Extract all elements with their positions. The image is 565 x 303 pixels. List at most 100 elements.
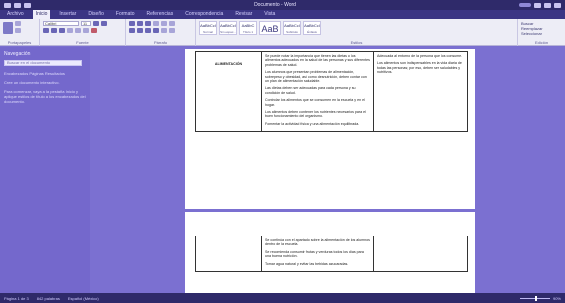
style-no-spacing[interactable]: AaBbCcI Sin espac... xyxy=(219,21,237,35)
underline-icon[interactable] xyxy=(59,28,65,33)
close-icon[interactable] xyxy=(554,2,561,8)
table-cell[interactable] xyxy=(373,236,468,273)
tab-home[interactable]: Inicio xyxy=(32,10,51,19)
styles-group: AaBbCcI Normal AaBbCcI Sin espac... AaBbC T… xyxy=(196,19,518,46)
font-size-select[interactable]: 11 xyxy=(81,21,91,26)
sort-icon[interactable] xyxy=(169,21,175,26)
paragraph: Controlar los alimentos que se consumen … xyxy=(265,98,365,107)
tab-references[interactable]: Referencias xyxy=(144,10,177,19)
style-sample: AaBbCcI xyxy=(284,23,300,28)
style-sample: AaBbCcI xyxy=(200,23,216,28)
word-count[interactable]: 842 palabras xyxy=(37,296,60,301)
font-group: Calibri 11 Fuente xyxy=(40,19,126,46)
ribbon: Portapapeles Calibri 11 Fuente Párrafo A… xyxy=(0,19,565,46)
tab-mailings[interactable]: Correspondencia xyxy=(182,10,226,19)
tab-review[interactable]: Revisar xyxy=(232,10,255,19)
multilevel-list-icon[interactable] xyxy=(145,21,151,26)
justify-icon[interactable] xyxy=(153,28,159,33)
nav-pane-title: Navegación xyxy=(4,51,31,57)
align-right-icon[interactable] xyxy=(145,28,151,33)
italic-icon[interactable] xyxy=(51,28,57,33)
paragraph-group-label: Párrafo xyxy=(153,40,168,45)
bullets-icon[interactable] xyxy=(129,21,135,26)
increase-indent-icon[interactable] xyxy=(161,21,167,26)
account-avatar[interactable] xyxy=(519,3,531,7)
grow-font-icon[interactable] xyxy=(93,21,99,26)
superscript-icon[interactable] xyxy=(83,28,89,33)
align-left-icon[interactable] xyxy=(129,28,135,33)
tab-file[interactable]: Archivo xyxy=(4,10,27,19)
style-sample: AaBbC xyxy=(241,23,255,28)
table-row: Se continúa con el apartado sobre la ali… xyxy=(195,236,468,273)
style-title[interactable]: AaB xyxy=(259,21,281,35)
ribbon-tabs: Archivo Inicio Insertar Diseño Formato R… xyxy=(0,10,565,19)
align-center-icon[interactable] xyxy=(137,28,143,33)
save-icon[interactable] xyxy=(4,2,11,8)
style-normal[interactable]: AaBbCcI Normal xyxy=(199,21,217,35)
document-table: ALIMENTACIÓN Se puede notar la importanc… xyxy=(195,50,468,133)
numbering-icon[interactable] xyxy=(137,21,143,26)
font-name-select[interactable]: Calibri xyxy=(43,21,79,26)
document-area[interactable]: ALIMENTACIÓN Se puede notar la importanc… xyxy=(90,47,565,293)
tab-design[interactable]: Diseño xyxy=(85,10,107,19)
zoom-slider-thumb[interactable] xyxy=(534,295,537,301)
line-spacing-icon[interactable] xyxy=(161,28,167,33)
style-heading-1[interactable]: AaBbC Título 1 xyxy=(239,21,257,35)
table-cell[interactable]: Se continúa con el apartado sobre la ali… xyxy=(261,236,374,273)
paragraph: Se puede notar la importancia que tienen… xyxy=(265,54,370,67)
nav-tabs[interactable]: Encabezados Páginas Resultados xyxy=(4,71,86,76)
shading-icon[interactable] xyxy=(169,28,175,33)
paste-icon[interactable] xyxy=(3,22,13,34)
select-button[interactable]: Seleccionar xyxy=(521,31,562,36)
document-page[interactable]: ALIMENTACIÓN Se puede notar la importanc… xyxy=(185,49,475,209)
style-name: Normal xyxy=(203,30,213,34)
paragraph: Los alimentos son indispensables en la v… xyxy=(377,61,462,75)
undo-icon[interactable] xyxy=(14,2,21,8)
document-page[interactable]: Se continúa con el apartado sobre la ali… xyxy=(185,212,475,293)
style-emphasis[interactable]: AaBbCcI Énfasis xyxy=(303,21,321,35)
paragraph-group: Párrafo xyxy=(126,19,196,46)
minimize-icon[interactable] xyxy=(534,2,541,8)
nav-hint-detail: Para comenzar, vaya a la pestaña Inicio … xyxy=(4,89,86,104)
tab-view[interactable]: Vista xyxy=(261,10,278,19)
subscript-icon[interactable] xyxy=(75,28,81,33)
maximize-icon[interactable] xyxy=(544,2,551,8)
styles-group-label: Estilos xyxy=(350,40,363,45)
paragraph: Los alimentos deben contener los nutrien… xyxy=(265,110,366,119)
style-name: Sin espac... xyxy=(220,30,236,34)
paragraph: Se continúa con el apartado sobre la ali… xyxy=(265,238,370,247)
paragraph: Las dietas deben ser adecuadas para cada… xyxy=(265,86,356,95)
tab-insert[interactable]: Insertar xyxy=(56,10,79,19)
editing-group-label: Edición xyxy=(534,40,549,45)
shrink-font-icon[interactable] xyxy=(101,21,107,26)
table-cell[interactable]: Se puede notar la importancia que tienen… xyxy=(261,50,374,133)
paragraph: Se recomienda consumir frutas y verduras… xyxy=(265,249,364,259)
paragraph: Tomar agua natural y evitar las bebidas … xyxy=(265,261,349,266)
nav-search-input[interactable]: Buscar en el documento xyxy=(4,60,82,66)
style-name: Énfasis xyxy=(307,30,317,34)
title-bar: Documento - Word xyxy=(0,0,565,10)
font-group-label: Fuente xyxy=(76,40,89,45)
font-color-icon[interactable] xyxy=(91,28,97,33)
strikethrough-icon[interactable] xyxy=(67,28,73,33)
paragraph: Los alumnos que presentan problemas de a… xyxy=(265,70,367,84)
decrease-indent-icon[interactable] xyxy=(153,21,159,26)
zoom-slider[interactable] xyxy=(519,295,550,301)
cut-icon[interactable] xyxy=(15,21,21,26)
page-count[interactable]: Página 1 de 3 xyxy=(4,296,29,301)
redo-icon[interactable] xyxy=(24,2,31,8)
style-name: Subtítulo xyxy=(286,30,298,34)
language-indicator[interactable]: Español (México) xyxy=(68,296,99,301)
clipboard-group: Portapapeles xyxy=(0,19,40,46)
table-cell[interactable]: Adecuada al entorno de la persona que lo… xyxy=(373,50,468,133)
table-cell[interactable]: ALIMENTACIÓN xyxy=(195,50,262,133)
table-row: ALIMENTACIÓN Se puede notar la importanc… xyxy=(195,50,468,133)
table-cell[interactable] xyxy=(195,236,262,273)
copy-icon[interactable] xyxy=(15,28,21,33)
bold-icon[interactable] xyxy=(43,28,49,33)
zoom-level[interactable]: 90% xyxy=(553,296,561,301)
style-subtitle[interactable]: AaBbCcI Subtítulo xyxy=(283,21,301,35)
nav-hint: Cree un documento interactivo. xyxy=(4,80,60,85)
tab-layout[interactable]: Formato xyxy=(113,10,138,19)
paragraph: Fomentar la actividad física y una alime… xyxy=(265,121,360,126)
